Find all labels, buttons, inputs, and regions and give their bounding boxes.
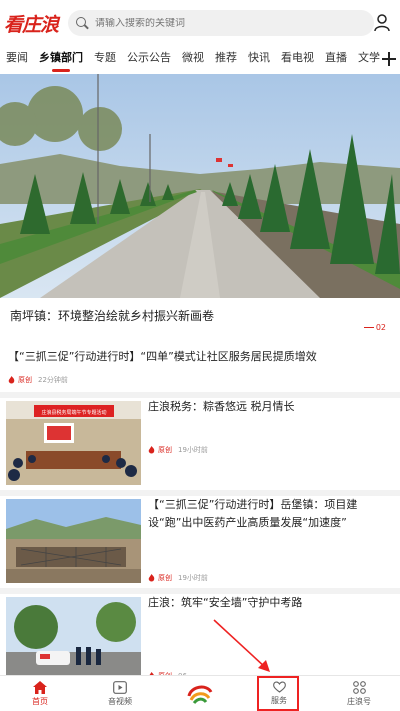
- news-time: 19小时前: [178, 574, 208, 582]
- tab-zhibo[interactable]: 直播: [319, 46, 347, 74]
- news-time: 22分钟前: [38, 376, 68, 384]
- annotation-highlight-box: [257, 676, 299, 711]
- annotation-arrow: [213, 619, 270, 672]
- fire-icon: [148, 574, 155, 582]
- home-icon: [33, 681, 47, 694]
- news-title[interactable]: 【“三抓三促”行动进行时】“四单”模式让社区服务居民提质增效: [8, 348, 396, 366]
- list-item[interactable]: 庄浪：筑牢“安全墙”守护中考路 原创 06: [0, 594, 400, 675]
- grid-icon: [352, 681, 366, 694]
- list-item[interactable]: 【“三抓三促”行动进行时】“四单”模式让社区服务居民提质增效 原创 22分钟前: [0, 342, 400, 392]
- list-item[interactable]: 庄浪县税务局端午节专题活动 庄浪税务：粽香悠远 税月情长 原创 19小时前: [0, 398, 400, 490]
- search-bar[interactable]: [68, 10, 374, 36]
- nav-video[interactable]: 音视频: [90, 676, 150, 711]
- tab-tuijian[interactable]: 推荐: [209, 46, 237, 74]
- app-logo[interactable]: 看庄浪: [4, 10, 64, 37]
- news-thumbnail[interactable]: 庄浪县税务局端午节专题活动: [6, 401, 141, 485]
- nav-home-label: 首页: [32, 697, 48, 706]
- video-icon: [113, 681, 127, 694]
- user-icon[interactable]: [374, 14, 390, 32]
- add-channel-icon[interactable]: [382, 52, 396, 66]
- news-source: 原创: [18, 376, 32, 384]
- search-input[interactable]: [95, 17, 355, 29]
- tab-gongshi[interactable]: 公示公告: [121, 46, 171, 74]
- bottom-nav: 首页 音视频 服务 庄浪号: [0, 675, 400, 711]
- list-item[interactable]: 【“三抓三促”行动进行时】岳堡镇：项目建设“跑”出中医药产业高质量发展“加速度”…: [0, 496, 400, 588]
- tab-wenxue[interactable]: 文学: [352, 46, 380, 74]
- tab-yaowen[interactable]: 要闻: [0, 46, 28, 74]
- nav-video-label: 音视频: [108, 697, 132, 706]
- news-meta: 原创 19小时前: [148, 573, 208, 583]
- fire-icon: [148, 446, 155, 454]
- news-meta: 原创 22分钟前: [8, 375, 68, 385]
- center-logo-icon: [187, 685, 213, 705]
- tab-kuaixun[interactable]: 快讯: [242, 46, 270, 74]
- news-thumbnail[interactable]: [6, 499, 141, 583]
- news-thumbnail[interactable]: [6, 597, 141, 675]
- fire-icon: [8, 376, 15, 384]
- hero-title[interactable]: 南坪镇：环境整治绘就乡村振兴新画卷: [10, 307, 214, 324]
- tab-weishi[interactable]: 微视: [176, 46, 204, 74]
- tab-kandianshi[interactable]: 看电视: [275, 46, 314, 74]
- nav-home[interactable]: 首页: [10, 676, 70, 711]
- news-title[interactable]: 庄浪：筑牢“安全墙”守护中考路: [148, 594, 393, 612]
- tab-xiangzhen[interactable]: 乡镇部门: [33, 46, 83, 74]
- news-time: 19小时前: [178, 446, 208, 454]
- nav-center[interactable]: [170, 676, 230, 711]
- channel-tabs: 要闻 乡镇部门 专题 公示公告 微视 推荐 快讯 看电视 直播 文学: [0, 46, 400, 74]
- hero-image[interactable]: [0, 74, 400, 298]
- news-title[interactable]: 【“三抓三促”行动进行时】岳堡镇：项目建设“跑”出中医药产业高质量发展“加速度”: [148, 496, 393, 532]
- nav-zhuanglanghao-label: 庄浪号: [347, 697, 371, 706]
- tab-zhuanti[interactable]: 专题: [88, 46, 116, 74]
- nav-zhuanglanghao[interactable]: 庄浪号: [329, 676, 389, 711]
- search-icon: [76, 16, 89, 30]
- news-source: 原创: [158, 446, 172, 454]
- hero-caption[interactable]: 南坪镇：环境整治绘就乡村振兴新画卷 02: [0, 298, 400, 342]
- hero-page-indicator: 02: [364, 323, 386, 332]
- top-header: 看庄浪: [0, 0, 400, 46]
- news-source: 原创: [158, 574, 172, 582]
- thumb-banner-text: 庄浪县税务局端午节专题活动: [41, 409, 106, 416]
- news-meta: 原创 19小时前: [148, 445, 208, 455]
- news-title[interactable]: 庄浪税务：粽香悠远 税月情长: [148, 398, 393, 416]
